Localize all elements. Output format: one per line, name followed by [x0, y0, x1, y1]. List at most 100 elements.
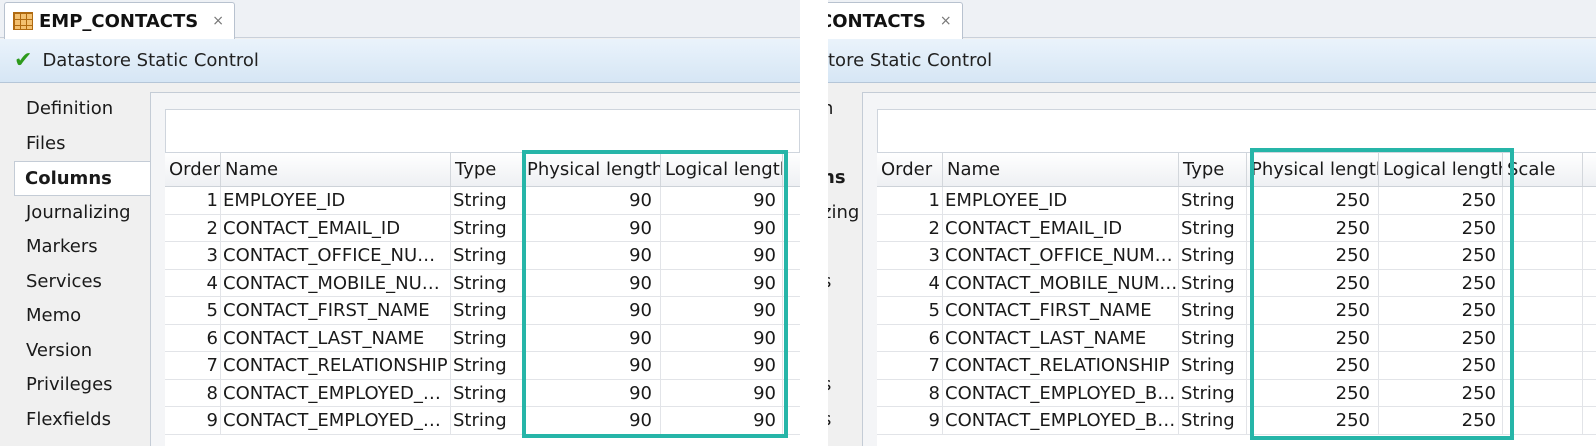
cell-order[interactable]: 8 — [877, 379, 943, 406]
cell-logical-length[interactable]: 90 — [661, 214, 783, 241]
cell-order[interactable]: 2 — [165, 214, 221, 241]
cell-scale[interactable] — [1503, 269, 1583, 296]
cell-physical-length[interactable]: 250 — [1247, 324, 1379, 351]
cell-name[interactable]: CONTACT_RELATIONSHIP — [221, 352, 451, 379]
cell-name[interactable]: EMPLOYEE_ID — [943, 187, 1179, 214]
cell-name[interactable]: CONTACT_FIRST_NAME — [943, 297, 1179, 324]
cell-name[interactable]: CONTACT_EMPLOYED_B… — [943, 407, 1179, 434]
cell-name[interactable]: CONTACT_EMPLOYED_B… — [221, 407, 451, 434]
col-header-name[interactable]: Name — [943, 153, 1179, 186]
cell-name[interactable]: EMPLOYEE_ID — [221, 187, 451, 214]
table-row[interactable]: 6 CONTACT_LAST_NAME String 250 250 — [877, 324, 1596, 352]
cell-type[interactable]: String — [1179, 214, 1247, 241]
nav-item-flexfields[interactable]: Flexfields — [16, 403, 152, 438]
table-row[interactable]: 9 CONTACT_EMPLOYED_B… String 250 250 — [877, 407, 1596, 435]
cell-type[interactable]: String — [1179, 324, 1247, 351]
cell-type[interactable]: String — [1179, 187, 1247, 214]
cell-logical-length[interactable]: 90 — [661, 352, 783, 379]
cell-name[interactable]: CONTACT_EMPLOYED_B… — [943, 379, 1179, 406]
cell-physical-length[interactable]: 90 — [523, 352, 661, 379]
table-row[interactable]: 1 EMPLOYEE_ID String 90 90 — [165, 187, 800, 215]
cell-logical-length[interactable]: 90 — [661, 269, 783, 296]
table-row[interactable]: 2 CONTACT_EMAIL_ID String 90 90 — [165, 214, 800, 242]
cell-physical-length[interactable]: 250 — [1247, 297, 1379, 324]
cell-logical-length[interactable]: 90 — [661, 242, 783, 269]
cell-type[interactable]: String — [1179, 352, 1247, 379]
cell-order[interactable]: 9 — [165, 407, 221, 434]
cell-type[interactable]: String — [1179, 297, 1247, 324]
cell-physical-length[interactable]: 90 — [523, 242, 661, 269]
cell-type[interactable]: String — [451, 214, 523, 241]
cell-order[interactable]: 5 — [165, 297, 221, 324]
cell-order[interactable]: 3 — [165, 242, 221, 269]
cell-name[interactable]: CONTACT_RELATIONSHIP — [943, 352, 1179, 379]
cell-physical-length[interactable]: 250 — [1247, 269, 1379, 296]
cell-order[interactable]: 4 — [165, 269, 221, 296]
nav-item-journalizing[interactable]: Journalizing — [16, 196, 152, 231]
cell-order[interactable]: 9 — [877, 407, 943, 434]
cell-type[interactable]: String — [1179, 407, 1247, 434]
col-header-physical-length[interactable]: Physical length — [1247, 153, 1379, 186]
cell-physical-length[interactable]: 250 — [1247, 407, 1379, 434]
col-header-logical-length[interactable]: Logical length — [1379, 153, 1503, 186]
cell-physical-length[interactable]: 250 — [1247, 352, 1379, 379]
cell-logical-length[interactable]: 250 — [1379, 269, 1503, 296]
cell-logical-length[interactable]: 90 — [661, 407, 783, 434]
col-header-logical-length[interactable]: Logical length — [661, 153, 783, 186]
cell-physical-length[interactable]: 250 — [1247, 214, 1379, 241]
cell-type[interactable]: String — [451, 297, 523, 324]
cell-scale[interactable] — [1503, 214, 1583, 241]
cell-order[interactable]: 4 — [877, 269, 943, 296]
cell-name[interactable]: CONTACT_LAST_NAME — [943, 324, 1179, 351]
table-row[interactable]: 8 CONTACT_EMPLOYED_B… String 250 250 — [877, 379, 1596, 407]
nav-item-services[interactable]: Services — [16, 265, 152, 300]
cell-type[interactable]: String — [451, 324, 523, 351]
cell-order[interactable]: 7 — [877, 352, 943, 379]
cell-scale[interactable] — [1503, 242, 1583, 269]
cell-order[interactable]: 6 — [165, 324, 221, 351]
col-header-name[interactable]: Name — [221, 153, 451, 186]
cell-order[interactable]: 7 — [165, 352, 221, 379]
cell-name[interactable]: CONTACT_OFFICE_NUM… — [943, 242, 1179, 269]
close-icon[interactable]: × — [212, 13, 224, 29]
cell-order[interactable]: 3 — [877, 242, 943, 269]
table-row[interactable]: 6 CONTACT_LAST_NAME String 90 90 — [165, 324, 800, 352]
table-row[interactable]: 5 CONTACT_FIRST_NAME String 90 90 — [165, 297, 800, 325]
table-row[interactable]: 8 CONTACT_EMPLOYED_B… String 90 90 — [165, 379, 800, 407]
cell-name[interactable]: CONTACT_EMPLOYED_B… — [221, 379, 451, 406]
cell-physical-length[interactable]: 90 — [523, 269, 661, 296]
cell-physical-length[interactable]: 250 — [1247, 379, 1379, 406]
col-header-physical-length[interactable]: Physical length — [523, 153, 661, 186]
cell-type[interactable]: String — [451, 407, 523, 434]
cell-physical-length[interactable]: 90 — [523, 324, 661, 351]
cell-scale[interactable] — [1503, 352, 1583, 379]
cell-type[interactable]: String — [451, 242, 523, 269]
col-header-order[interactable]: Order — [165, 153, 221, 186]
table-row[interactable]: 4 CONTACT_MOBILE_NU… String 90 90 — [165, 269, 800, 297]
cell-logical-length[interactable]: 250 — [1379, 214, 1503, 241]
table-row[interactable]: 9 CONTACT_EMPLOYED_B… String 90 90 — [165, 407, 800, 435]
nav-item-version[interactable]: Version — [16, 334, 152, 369]
cell-type[interactable]: String — [451, 352, 523, 379]
datastore-static-control-button[interactable]: tore Static Control — [828, 50, 992, 71]
cell-type[interactable]: String — [451, 187, 523, 214]
col-header-scale[interactable]: Scale — [1503, 153, 1583, 186]
cell-type[interactable]: String — [1179, 242, 1247, 269]
cell-logical-length[interactable]: 90 — [661, 324, 783, 351]
cell-name[interactable]: CONTACT_FIRST_NAME — [221, 297, 451, 324]
contacts-tab[interactable]: CONTACTS × — [828, 2, 963, 39]
table-row[interactable]: 7 CONTACT_RELATIONSHIP String 250 250 — [877, 352, 1596, 380]
cell-scale[interactable] — [1503, 407, 1583, 434]
cell-type[interactable]: String — [451, 269, 523, 296]
cell-logical-length[interactable]: 250 — [1379, 242, 1503, 269]
cell-name[interactable]: CONTACT_EMAIL_ID — [221, 214, 451, 241]
cell-name[interactable]: CONTACT_LAST_NAME — [221, 324, 451, 351]
cell-physical-length[interactable]: 90 — [523, 187, 661, 214]
nav-item-columns[interactable]: Columns — [14, 161, 152, 196]
check-icon[interactable]: ✔ — [14, 48, 32, 73]
cell-order[interactable]: 1 — [877, 187, 943, 214]
cell-scale[interactable] — [1503, 297, 1583, 324]
cell-order[interactable]: 1 — [165, 187, 221, 214]
datastore-static-control-button[interactable]: Datastore Static Control — [42, 50, 258, 71]
cell-physical-length[interactable]: 90 — [523, 407, 661, 434]
